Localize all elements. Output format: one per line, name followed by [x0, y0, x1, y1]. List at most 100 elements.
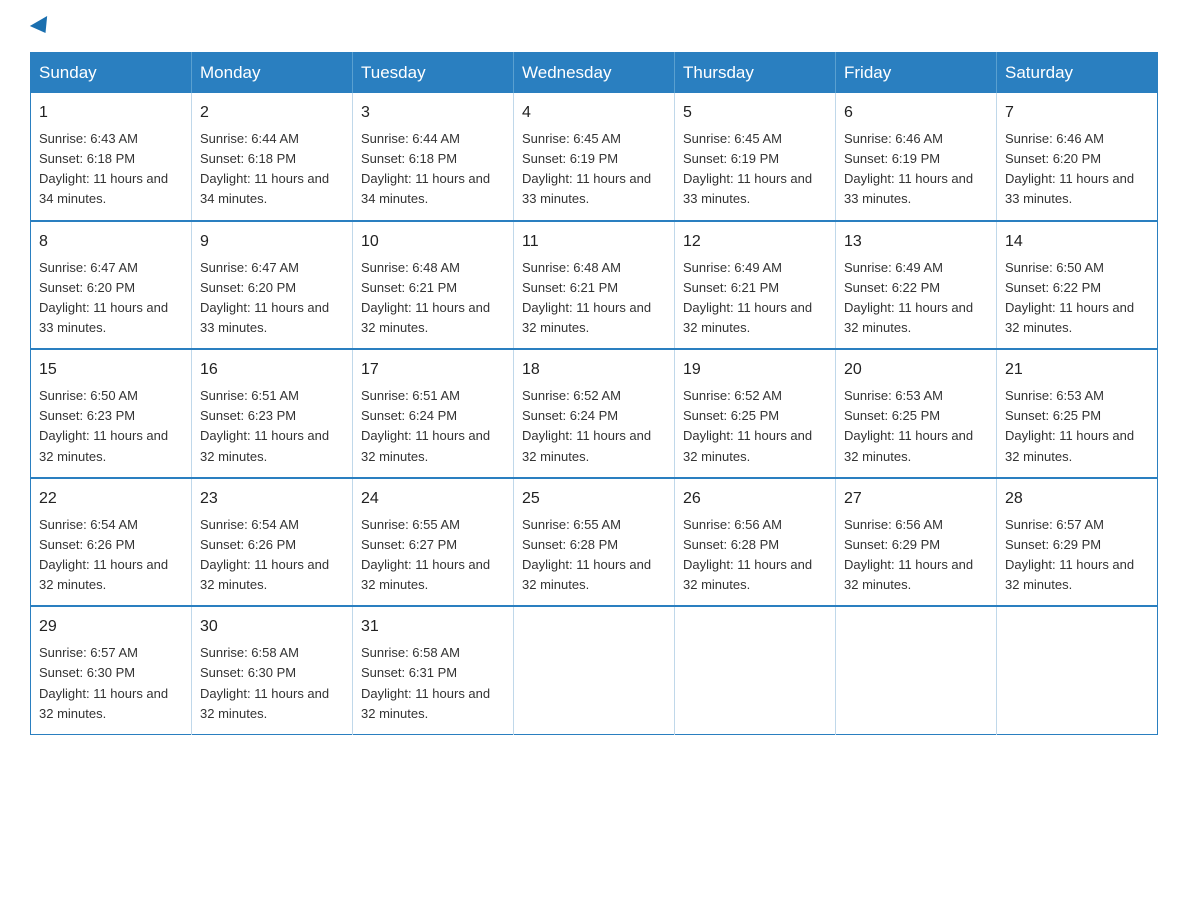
day-info: Sunrise: 6:50 AMSunset: 6:23 PMDaylight:… — [39, 388, 168, 463]
day-number: 12 — [683, 230, 827, 254]
calendar-week-row: 29 Sunrise: 6:57 AMSunset: 6:30 PMDaylig… — [31, 606, 1158, 734]
day-number: 10 — [361, 230, 505, 254]
weekday-header-tuesday: Tuesday — [353, 53, 514, 94]
day-number: 4 — [522, 101, 666, 125]
calendar-cell — [514, 606, 675, 734]
page-header — [30, 20, 1158, 34]
day-number: 11 — [522, 230, 666, 254]
day-number: 21 — [1005, 358, 1149, 382]
day-number: 22 — [39, 487, 183, 511]
day-number: 6 — [844, 101, 988, 125]
day-number: 7 — [1005, 101, 1149, 125]
calendar-cell: 24 Sunrise: 6:55 AMSunset: 6:27 PMDaylig… — [353, 478, 514, 607]
day-number: 23 — [200, 487, 344, 511]
calendar-cell: 28 Sunrise: 6:57 AMSunset: 6:29 PMDaylig… — [997, 478, 1158, 607]
calendar-cell: 20 Sunrise: 6:53 AMSunset: 6:25 PMDaylig… — [836, 349, 997, 478]
day-info: Sunrise: 6:51 AMSunset: 6:23 PMDaylight:… — [200, 388, 329, 463]
calendar-cell — [836, 606, 997, 734]
calendar-cell: 3 Sunrise: 6:44 AMSunset: 6:18 PMDayligh… — [353, 93, 514, 221]
day-info: Sunrise: 6:53 AMSunset: 6:25 PMDaylight:… — [1005, 388, 1134, 463]
calendar-cell: 12 Sunrise: 6:49 AMSunset: 6:21 PMDaylig… — [675, 221, 836, 350]
day-number: 29 — [39, 615, 183, 639]
weekday-header-wednesday: Wednesday — [514, 53, 675, 94]
calendar-cell: 2 Sunrise: 6:44 AMSunset: 6:18 PMDayligh… — [192, 93, 353, 221]
day-info: Sunrise: 6:52 AMSunset: 6:24 PMDaylight:… — [522, 388, 651, 463]
day-info: Sunrise: 6:58 AMSunset: 6:31 PMDaylight:… — [361, 645, 490, 720]
day-info: Sunrise: 6:57 AMSunset: 6:30 PMDaylight:… — [39, 645, 168, 720]
day-number: 28 — [1005, 487, 1149, 511]
day-info: Sunrise: 6:56 AMSunset: 6:28 PMDaylight:… — [683, 517, 812, 592]
day-number: 31 — [361, 615, 505, 639]
calendar-cell: 17 Sunrise: 6:51 AMSunset: 6:24 PMDaylig… — [353, 349, 514, 478]
calendar-cell: 11 Sunrise: 6:48 AMSunset: 6:21 PMDaylig… — [514, 221, 675, 350]
calendar-cell: 29 Sunrise: 6:57 AMSunset: 6:30 PMDaylig… — [31, 606, 192, 734]
day-number: 25 — [522, 487, 666, 511]
logo-arrow-icon — [30, 16, 54, 38]
calendar-cell: 30 Sunrise: 6:58 AMSunset: 6:30 PMDaylig… — [192, 606, 353, 734]
calendar-cell: 1 Sunrise: 6:43 AMSunset: 6:18 PMDayligh… — [31, 93, 192, 221]
calendar-cell: 19 Sunrise: 6:52 AMSunset: 6:25 PMDaylig… — [675, 349, 836, 478]
day-number: 30 — [200, 615, 344, 639]
calendar-cell: 5 Sunrise: 6:45 AMSunset: 6:19 PMDayligh… — [675, 93, 836, 221]
calendar-cell — [997, 606, 1158, 734]
day-number: 5 — [683, 101, 827, 125]
day-number: 19 — [683, 358, 827, 382]
day-number: 24 — [361, 487, 505, 511]
day-number: 27 — [844, 487, 988, 511]
calendar-cell: 6 Sunrise: 6:46 AMSunset: 6:19 PMDayligh… — [836, 93, 997, 221]
day-number: 16 — [200, 358, 344, 382]
calendar-header-row: SundayMondayTuesdayWednesdayThursdayFrid… — [31, 53, 1158, 94]
day-info: Sunrise: 6:43 AMSunset: 6:18 PMDaylight:… — [39, 131, 168, 206]
calendar-cell: 4 Sunrise: 6:45 AMSunset: 6:19 PMDayligh… — [514, 93, 675, 221]
day-number: 2 — [200, 101, 344, 125]
calendar-cell: 25 Sunrise: 6:55 AMSunset: 6:28 PMDaylig… — [514, 478, 675, 607]
weekday-header-monday: Monday — [192, 53, 353, 94]
calendar-cell: 22 Sunrise: 6:54 AMSunset: 6:26 PMDaylig… — [31, 478, 192, 607]
day-number: 1 — [39, 101, 183, 125]
day-info: Sunrise: 6:45 AMSunset: 6:19 PMDaylight:… — [683, 131, 812, 206]
day-info: Sunrise: 6:58 AMSunset: 6:30 PMDaylight:… — [200, 645, 329, 720]
day-info: Sunrise: 6:45 AMSunset: 6:19 PMDaylight:… — [522, 131, 651, 206]
weekday-header-thursday: Thursday — [675, 53, 836, 94]
day-number: 15 — [39, 358, 183, 382]
day-number: 20 — [844, 358, 988, 382]
day-info: Sunrise: 6:48 AMSunset: 6:21 PMDaylight:… — [522, 260, 651, 335]
calendar-cell: 14 Sunrise: 6:50 AMSunset: 6:22 PMDaylig… — [997, 221, 1158, 350]
day-info: Sunrise: 6:57 AMSunset: 6:29 PMDaylight:… — [1005, 517, 1134, 592]
calendar-cell: 7 Sunrise: 6:46 AMSunset: 6:20 PMDayligh… — [997, 93, 1158, 221]
day-info: Sunrise: 6:46 AMSunset: 6:20 PMDaylight:… — [1005, 131, 1134, 206]
calendar-cell — [675, 606, 836, 734]
calendar-cell: 18 Sunrise: 6:52 AMSunset: 6:24 PMDaylig… — [514, 349, 675, 478]
day-info: Sunrise: 6:55 AMSunset: 6:28 PMDaylight:… — [522, 517, 651, 592]
day-number: 9 — [200, 230, 344, 254]
calendar-cell: 15 Sunrise: 6:50 AMSunset: 6:23 PMDaylig… — [31, 349, 192, 478]
day-number: 13 — [844, 230, 988, 254]
calendar-week-row: 1 Sunrise: 6:43 AMSunset: 6:18 PMDayligh… — [31, 93, 1158, 221]
day-info: Sunrise: 6:50 AMSunset: 6:22 PMDaylight:… — [1005, 260, 1134, 335]
day-info: Sunrise: 6:51 AMSunset: 6:24 PMDaylight:… — [361, 388, 490, 463]
day-info: Sunrise: 6:54 AMSunset: 6:26 PMDaylight:… — [39, 517, 168, 592]
calendar-cell: 21 Sunrise: 6:53 AMSunset: 6:25 PMDaylig… — [997, 349, 1158, 478]
day-number: 14 — [1005, 230, 1149, 254]
day-info: Sunrise: 6:52 AMSunset: 6:25 PMDaylight:… — [683, 388, 812, 463]
day-info: Sunrise: 6:48 AMSunset: 6:21 PMDaylight:… — [361, 260, 490, 335]
logo — [30, 20, 52, 34]
calendar-table: SundayMondayTuesdayWednesdayThursdayFrid… — [30, 52, 1158, 735]
day-info: Sunrise: 6:49 AMSunset: 6:21 PMDaylight:… — [683, 260, 812, 335]
weekday-header-sunday: Sunday — [31, 53, 192, 94]
day-number: 18 — [522, 358, 666, 382]
day-info: Sunrise: 6:46 AMSunset: 6:19 PMDaylight:… — [844, 131, 973, 206]
day-info: Sunrise: 6:47 AMSunset: 6:20 PMDaylight:… — [39, 260, 168, 335]
day-info: Sunrise: 6:54 AMSunset: 6:26 PMDaylight:… — [200, 517, 329, 592]
day-info: Sunrise: 6:53 AMSunset: 6:25 PMDaylight:… — [844, 388, 973, 463]
day-number: 8 — [39, 230, 183, 254]
day-info: Sunrise: 6:55 AMSunset: 6:27 PMDaylight:… — [361, 517, 490, 592]
calendar-week-row: 8 Sunrise: 6:47 AMSunset: 6:20 PMDayligh… — [31, 221, 1158, 350]
calendar-cell: 10 Sunrise: 6:48 AMSunset: 6:21 PMDaylig… — [353, 221, 514, 350]
day-number: 17 — [361, 358, 505, 382]
day-info: Sunrise: 6:47 AMSunset: 6:20 PMDaylight:… — [200, 260, 329, 335]
calendar-cell: 16 Sunrise: 6:51 AMSunset: 6:23 PMDaylig… — [192, 349, 353, 478]
day-info: Sunrise: 6:44 AMSunset: 6:18 PMDaylight:… — [361, 131, 490, 206]
day-info: Sunrise: 6:56 AMSunset: 6:29 PMDaylight:… — [844, 517, 973, 592]
day-info: Sunrise: 6:49 AMSunset: 6:22 PMDaylight:… — [844, 260, 973, 335]
